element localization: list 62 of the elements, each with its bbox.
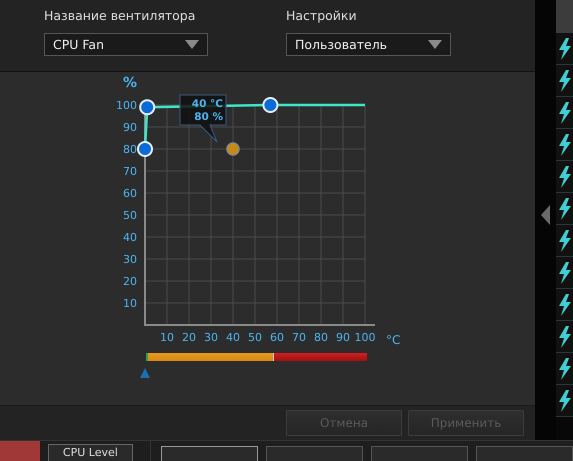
- current-point: [226, 142, 240, 156]
- lightning-icon: [558, 198, 572, 220]
- tick-label: 100: [116, 99, 137, 112]
- lightning-icon: [558, 134, 572, 156]
- tick-label: 70: [292, 331, 306, 344]
- side-item[interactable]: [556, 193, 573, 225]
- lightning-icon: [558, 326, 572, 348]
- side-item[interactable]: [556, 289, 573, 321]
- lightning-icon: [558, 358, 572, 380]
- side-item[interactable]: [556, 385, 573, 417]
- tick-label: 80: [123, 143, 137, 156]
- tick-label: 70: [123, 165, 137, 178]
- fan-select[interactable]: CPU Fan: [44, 33, 208, 56]
- caret-icon: [185, 40, 199, 49]
- settings-label: Настройки: [286, 8, 358, 23]
- tick-label: 20: [182, 331, 196, 344]
- tick-label: 80: [314, 331, 328, 344]
- caret-icon: [428, 40, 442, 49]
- curve-handle[interactable]: [139, 99, 156, 116]
- side-item[interactable]: [556, 97, 573, 129]
- tick-label: 90: [123, 121, 137, 134]
- tick-label: 10: [160, 331, 174, 344]
- curve-handle[interactable]: [262, 97, 278, 113]
- side-item[interactable]: [556, 161, 573, 193]
- triangle-marker-icon: [140, 368, 150, 378]
- side-item[interactable]: [556, 353, 573, 385]
- side-header: [556, 0, 573, 33]
- lightning-icon: [558, 70, 572, 92]
- side-item[interactable]: [556, 257, 573, 289]
- tick-label: 50: [248, 331, 262, 344]
- side-item[interactable]: [556, 33, 573, 65]
- side-item[interactable]: [556, 321, 573, 353]
- tooltip: 40 °C 80 %: [180, 94, 226, 142]
- lightning-icon: [558, 230, 572, 252]
- lightning-icon: [558, 166, 572, 188]
- tick-label: 10: [123, 297, 137, 310]
- axis-label: %: [123, 75, 138, 91]
- tick-label: 60: [270, 331, 284, 344]
- tick-label: 60: [123, 187, 137, 200]
- axis-label: °C: [386, 333, 400, 347]
- curve-handle[interactable]: [137, 141, 153, 157]
- tick-label: 30: [204, 331, 218, 344]
- tick-label: 40: [226, 331, 240, 344]
- tick-label: 20: [123, 275, 137, 288]
- tick-label: 50: [123, 209, 137, 222]
- lightning-icon: [558, 262, 572, 284]
- lightning-icon: [558, 38, 572, 60]
- lightning-icon: [558, 390, 572, 412]
- cpu-level-button[interactable]: CPU Level: [48, 444, 133, 461]
- lightning-icon: [558, 294, 572, 316]
- tick-label: 30: [123, 253, 137, 266]
- side-item[interactable]: [556, 129, 573, 161]
- settings-select[interactable]: Пользователь: [286, 33, 451, 56]
- collapse-arrow-icon[interactable]: [541, 205, 550, 225]
- side-item[interactable]: [556, 225, 573, 257]
- tab[interactable]: [161, 446, 258, 461]
- tick-label: 40: [123, 231, 137, 244]
- tick-label: 90: [336, 331, 350, 344]
- tick-label: 100: [354, 331, 376, 344]
- lightning-icon: [558, 102, 572, 124]
- fan-name-label: Название вентилятора: [44, 8, 196, 23]
- side-item[interactable]: [556, 65, 573, 97]
